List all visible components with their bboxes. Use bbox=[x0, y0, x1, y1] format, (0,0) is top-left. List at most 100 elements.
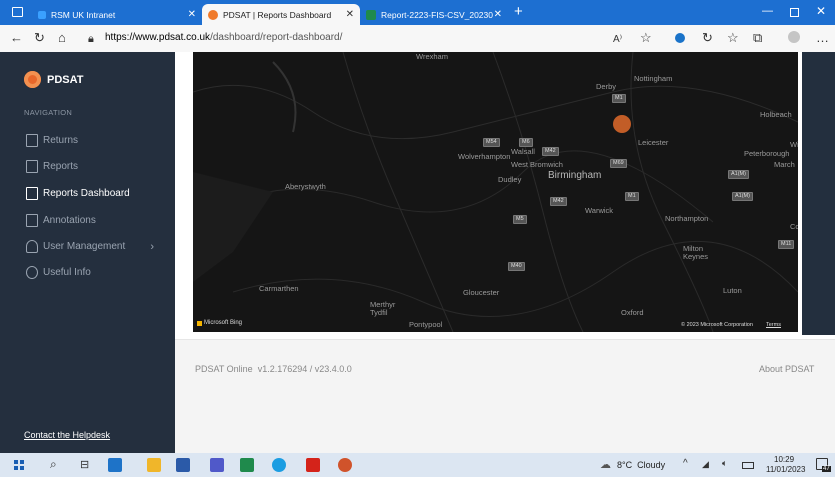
chevron-right-icon: › bbox=[150, 240, 154, 253]
sidebar-item-label: Reports bbox=[43, 161, 79, 172]
word-icon[interactable] bbox=[176, 458, 190, 472]
profile-avatar[interactable] bbox=[788, 31, 800, 43]
file-explorer-icon[interactable] bbox=[147, 458, 161, 472]
notification-count: 47 bbox=[822, 466, 831, 472]
pdsat-favicon-icon bbox=[208, 9, 218, 20]
map-label: Co bbox=[790, 222, 798, 231]
edge-icon[interactable] bbox=[272, 458, 286, 472]
task-view-icon[interactable]: ⊟ bbox=[80, 458, 89, 471]
more-menu-icon[interactable]: … bbox=[816, 31, 829, 45]
map-label: Wolverhampton bbox=[458, 152, 511, 161]
new-tab-button[interactable]: + bbox=[514, 3, 523, 20]
close-window-icon[interactable]: ✕ bbox=[816, 4, 826, 18]
helpdesk-link[interactable]: Contact the Helpdesk bbox=[24, 430, 110, 440]
url-host: https://www.pdsat.co.uk bbox=[105, 32, 211, 43]
outlook-icon[interactable] bbox=[108, 458, 122, 472]
map-label: Luton bbox=[723, 286, 742, 295]
map-label: Pontypool bbox=[409, 320, 443, 329]
powerpoint-icon[interactable] bbox=[338, 458, 352, 472]
acrobat-icon[interactable] bbox=[306, 458, 320, 472]
workspaces-icon[interactable] bbox=[12, 7, 23, 17]
minimize-icon[interactable]: — bbox=[762, 5, 773, 17]
road-shield: A1(M) bbox=[732, 192, 753, 201]
favorites-icon[interactable]: ☆ bbox=[727, 31, 739, 45]
weather-cloud-icon: ☁ bbox=[600, 459, 611, 471]
favorite-star-icon[interactable]: ☆ bbox=[640, 31, 652, 45]
map-label: Holbeach bbox=[760, 110, 792, 119]
tab-pdsat-dashboard[interactable]: PDSAT | Reports Dashboard ✕ bbox=[202, 4, 360, 25]
url-path: /dashboard/report-dashboard/ bbox=[210, 32, 343, 43]
windows-start-icon[interactable] bbox=[14, 460, 24, 470]
browser-tab-strip: RSM UK Intranet ✕ PDSAT | Reports Dashbo… bbox=[0, 0, 835, 25]
refresh-icon[interactable]: ↻ bbox=[34, 31, 45, 45]
sidebar-item-returns[interactable]: Returns bbox=[26, 134, 78, 147]
user-icon bbox=[26, 240, 38, 253]
battery-icon[interactable] bbox=[742, 462, 754, 469]
clock-time[interactable]: 10:29 bbox=[774, 455, 794, 464]
extension-icon[interactable] bbox=[675, 33, 685, 43]
clock-date[interactable]: 11/01/2023 bbox=[766, 465, 805, 474]
home-icon[interactable]: ⌂ bbox=[58, 31, 66, 45]
tab-rsm-intranet[interactable]: RSM UK Intranet ✕ bbox=[32, 4, 202, 25]
version-text: PDSAT Online v1.2.176294 / v23.4.0.0 bbox=[195, 364, 352, 374]
bing-map[interactable]: Wrexham Derby Nottingham Leicester Holbe… bbox=[193, 52, 798, 332]
close-tab-icon[interactable]: ✕ bbox=[346, 9, 354, 20]
address-bar[interactable]: https://www.pdsat.co.uk/dashboard/report… bbox=[105, 32, 342, 43]
bing-logo-text: Microsoft Bing bbox=[204, 320, 243, 326]
map-label: Warwick bbox=[585, 206, 614, 215]
pdsat-logo-icon bbox=[24, 71, 41, 88]
close-tab-icon[interactable]: ✕ bbox=[188, 9, 196, 20]
sidebar: PDSAT NAVIGATION Returns Reports Reports… bbox=[0, 52, 175, 453]
map-copyright: © 2023 Microsoft Corporation bbox=[681, 322, 753, 328]
map-label: West Bromwich bbox=[511, 160, 563, 169]
report-icon bbox=[26, 160, 38, 173]
sidebar-item-reports-dashboard[interactable]: Reports Dashboard bbox=[26, 187, 130, 200]
refresh-page-icon[interactable]: ↻ bbox=[702, 31, 713, 45]
sidebar-item-useful-info[interactable]: Useful Info bbox=[26, 266, 91, 279]
about-link[interactable]: About PDSAT bbox=[759, 364, 814, 374]
excel-favicon-icon bbox=[366, 9, 376, 20]
lock-icon[interactable]: 🔒︎ bbox=[88, 32, 94, 46]
map-label: Peterborough bbox=[744, 149, 790, 158]
road-shield: M1 bbox=[612, 94, 626, 103]
sidebar-item-label: User Management bbox=[43, 241, 126, 252]
road-shield: A1(M) bbox=[728, 170, 749, 179]
map-label: Dudley bbox=[498, 175, 522, 184]
document-icon bbox=[26, 134, 38, 147]
map-label: Leicester bbox=[638, 138, 669, 147]
teams-icon[interactable] bbox=[210, 458, 224, 472]
tab-report-csv[interactable]: Report-2223-FIS-CSV_20230110 ✕ bbox=[360, 4, 508, 25]
road-shield: M6 bbox=[519, 138, 533, 147]
road-shield: M42 bbox=[550, 197, 567, 206]
map-label: Walsall bbox=[511, 147, 535, 156]
road-shield: M40 bbox=[508, 262, 525, 271]
map-label: Wisbech bbox=[790, 140, 798, 149]
sidebar-item-annotations[interactable]: Annotations bbox=[26, 214, 96, 227]
map-terms-link[interactable]: Terms bbox=[766, 322, 781, 328]
tab-title: RSM UK Intranet bbox=[51, 9, 116, 20]
collections-icon[interactable]: ⧉ bbox=[753, 31, 762, 45]
microsoft-logo-icon bbox=[197, 320, 202, 326]
volume-icon[interactable]: 🔈︎ bbox=[722, 458, 727, 469]
annotation-icon bbox=[26, 214, 38, 227]
back-arrow-icon[interactable]: ← bbox=[10, 31, 23, 45]
read-aloud-icon[interactable]: A⁾ bbox=[613, 33, 622, 47]
search-icon[interactable]: ⌕ bbox=[50, 457, 57, 472]
network-icon[interactable]: ◢ bbox=[702, 459, 709, 470]
sidebar-item-user-management[interactable]: User Management › bbox=[26, 240, 154, 253]
show-hidden-icons-icon[interactable]: ^ bbox=[683, 458, 688, 469]
bing-logo: Microsoft Bing bbox=[197, 320, 242, 326]
excel-icon[interactable] bbox=[240, 458, 254, 472]
sidebar-item-reports[interactable]: Reports bbox=[26, 160, 78, 173]
road-shield: M69 bbox=[610, 159, 627, 168]
sidebar-item-label: Annotations bbox=[43, 215, 96, 226]
weather-text[interactable]: 8°C Cloudy bbox=[617, 460, 665, 470]
tab-title: PDSAT | Reports Dashboard bbox=[223, 9, 332, 20]
map-label: Derby bbox=[596, 82, 617, 91]
map-label: Milton Keynes bbox=[683, 244, 709, 261]
close-tab-icon[interactable]: ✕ bbox=[494, 9, 502, 20]
map-marker[interactable] bbox=[613, 115, 631, 133]
maximize-icon[interactable] bbox=[790, 8, 799, 17]
info-icon bbox=[26, 266, 38, 279]
map-label: Oxford bbox=[621, 308, 644, 317]
